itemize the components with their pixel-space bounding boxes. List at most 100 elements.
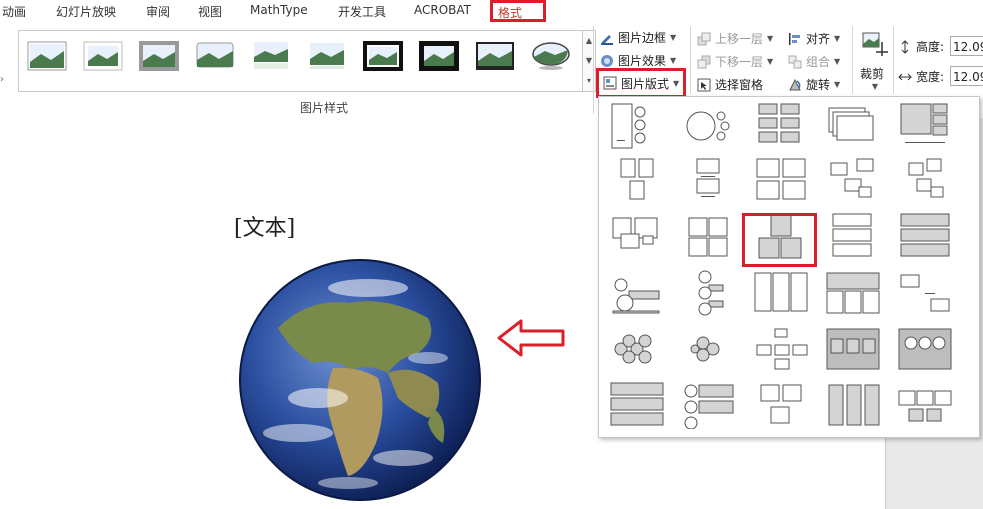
crop-button[interactable]: 裁剪 ▼ (860, 30, 890, 91)
picture-layout-gallery (598, 96, 980, 438)
chevron-down-icon: ▼ (767, 57, 774, 66)
picture-layout-option[interactable] (751, 381, 811, 429)
tab-view[interactable]: 视图 (198, 3, 222, 20)
layout-thumbnail-icon (900, 274, 950, 312)
picture-layout-option[interactable] (679, 381, 739, 430)
layout-thumbnail-icon (612, 278, 660, 314)
picture-layout-option[interactable] (607, 269, 667, 317)
picture-style-thumb[interactable] (251, 41, 291, 71)
picture-layout-option[interactable] (679, 102, 739, 150)
picture-layout-option[interactable] (751, 157, 811, 205)
height-label-row: 高度: (898, 38, 944, 55)
picture-layout-option[interactable] (895, 325, 955, 373)
bring-forward-label: 上移一层 (715, 32, 764, 46)
picture-layout-option[interactable] (823, 212, 883, 260)
send-backward-icon (697, 55, 711, 68)
chevron-down-icon: ▼ (834, 34, 841, 43)
rotate-icon (789, 78, 801, 90)
layout-thumbnail-icon (612, 217, 658, 249)
picture-layout-button[interactable]: 图片版式 ▼ (596, 68, 687, 98)
tab-developer[interactable]: 开发工具 (338, 3, 386, 20)
align-button[interactable]: 对齐 ▼ (788, 30, 840, 47)
picture-layout-option[interactable] (607, 157, 667, 205)
tab-acrobat[interactable]: ACROBAT (414, 3, 471, 17)
picture-style-thumb[interactable] (363, 41, 403, 71)
picture-effects-label: 图片效果 (618, 54, 667, 68)
layout-thumbnail-icon (830, 158, 874, 198)
align-label: 对齐 (806, 32, 831, 46)
picture-layout-option[interactable] (751, 102, 811, 150)
layout-thumbnail-icon (686, 111, 730, 141)
selection-pane-icon (697, 78, 711, 91)
tab-slideshow[interactable]: 幻灯片放映 (56, 3, 116, 20)
tab-format[interactable]: 格式 (490, 0, 546, 22)
layout-thumbnail-icon (754, 272, 808, 312)
layout-thumbnail-icon (698, 270, 724, 316)
picture-styles-gallery[interactable] (18, 30, 585, 92)
picture-layout-option[interactable] (751, 269, 811, 317)
picture-layout-option[interactable] (823, 102, 883, 150)
chevron-down-icon: ▼ (834, 57, 841, 66)
picture-layout-option[interactable] (895, 381, 955, 429)
height-input[interactable]: 12.09 (950, 36, 983, 56)
chevron-down-icon: ▼ (673, 78, 680, 88)
collapse-chevron-icon[interactable]: › (0, 74, 4, 85)
picture-style-thumb[interactable] (83, 41, 123, 71)
group-label: 组合 (806, 55, 831, 69)
ribbon-tab-bar: 动画 幻灯片放映 审阅 视图 MathType 开发工具 ACROBAT 格式 (0, 0, 983, 24)
tab-animations[interactable]: 动画 (2, 3, 26, 20)
picture-layout-option[interactable] (679, 325, 739, 373)
chevron-down-icon: ▼ (767, 34, 774, 43)
picture-layout-option[interactable] (679, 269, 739, 317)
layout-thumbnail-icon (908, 158, 944, 198)
picture-layout-option[interactable] (607, 381, 667, 429)
rotate-button[interactable]: 旋转 ▼ (788, 76, 840, 93)
width-label-row: 宽度: (898, 68, 944, 85)
picture-layout-option[interactable] (895, 269, 955, 317)
picture-layout-option[interactable] (607, 325, 667, 373)
picture-layout-option[interactable] (895, 157, 955, 205)
picture-border-label: 图片边框 (618, 31, 667, 45)
picture-layout-option[interactable] (823, 325, 883, 373)
group-button[interactable]: 组合 ▼ (788, 53, 840, 70)
picture-style-thumb[interactable] (419, 41, 459, 71)
earth-globe-image[interactable] (238, 258, 482, 502)
picture-layout-option[interactable] (823, 381, 883, 429)
picture-style-thumb[interactable] (27, 41, 67, 71)
picture-layout-option[interactable] (679, 157, 739, 205)
chevron-down-icon: ▼ (871, 82, 879, 91)
layout-thumbnail-icon (828, 107, 874, 141)
text-placeholder[interactable]: [文本] (234, 210, 295, 242)
picture-layout-option[interactable] (679, 212, 739, 260)
layout-thumbnail-icon (610, 382, 664, 426)
layout-thumbnail-icon (690, 336, 720, 362)
send-backward-button[interactable]: 下移一层 ▼ (697, 53, 773, 70)
picture-layout-option[interactable] (895, 102, 955, 150)
picture-style-thumb[interactable] (531, 41, 571, 71)
picture-style-thumb[interactable] (307, 41, 347, 71)
tab-mathtype[interactable]: MathType (250, 3, 308, 17)
picture-layout-option[interactable] (751, 325, 811, 373)
picture-border-button[interactable]: 图片边框 ▼ (600, 29, 676, 46)
picture-layout-option[interactable] (823, 269, 883, 317)
picture-effects-button[interactable]: 图片效果 ▼ (600, 52, 676, 69)
group-separator (690, 26, 691, 94)
picture-style-thumb[interactable] (195, 41, 235, 71)
picture-style-thumb[interactable] (139, 41, 179, 71)
bring-forward-button[interactable]: 上移一层 ▼ (697, 30, 773, 47)
width-input[interactable]: 12.09 (950, 66, 983, 86)
picture-layout-option[interactable] (607, 212, 667, 260)
picture-layout-label: 图片版式 (621, 76, 670, 91)
tab-review[interactable]: 审阅 (146, 3, 170, 20)
pencil-icon (601, 34, 613, 45)
picture-layout-option[interactable] (607, 102, 667, 150)
picture-style-thumb[interactable] (475, 41, 515, 71)
picture-layout-option[interactable] (895, 212, 955, 260)
selection-pane-label: 选择窗格 (715, 78, 764, 92)
group-label-picture-styles: 图片样式 (300, 101, 349, 115)
width-icon (898, 73, 912, 80)
selection-pane-button[interactable]: 选择窗格 (697, 76, 763, 93)
width-label: 宽度: (916, 70, 945, 84)
chevron-down-icon: ▼ (834, 80, 841, 89)
picture-layout-option[interactable] (823, 157, 883, 205)
